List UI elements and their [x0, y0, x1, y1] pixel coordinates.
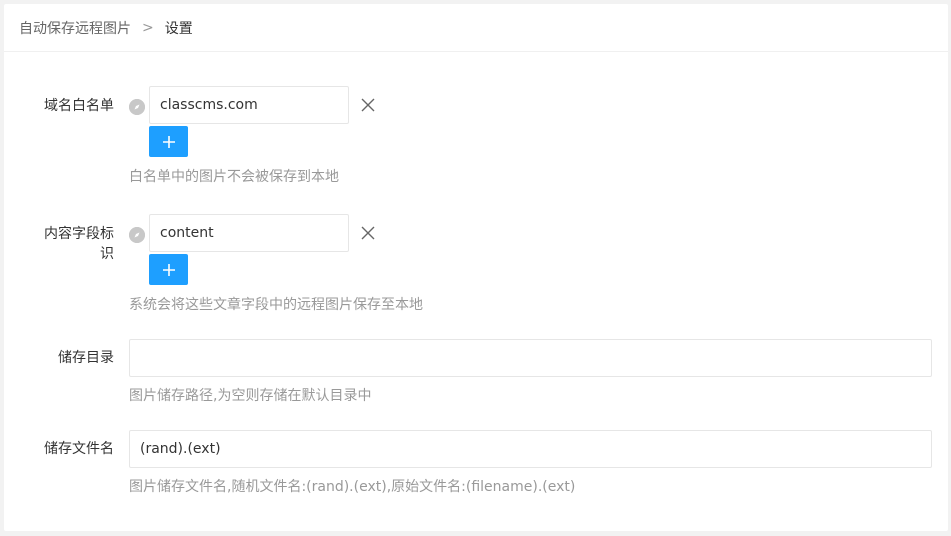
breadcrumb: 自动保存远程图片 > 设置 [4, 4, 948, 52]
plus-icon [162, 135, 175, 148]
content-field-label-line2: 识 [100, 246, 114, 262]
settings-card: 自动保存远程图片 > 设置 域名白名单 classcms.com 白名单中的图片… [4, 4, 948, 531]
close-icon [361, 226, 375, 240]
content-field-label-line1: 内容字段标 [44, 226, 114, 242]
close-icon [361, 98, 375, 112]
storage-dir-label: 储存目录 [58, 350, 114, 366]
plus-icon [162, 263, 175, 276]
content-field-label: 内容字段标 识 [4, 224, 114, 264]
whitelist-add-button[interactable] [149, 126, 188, 157]
whitelist-hint-icon[interactable] [129, 99, 145, 115]
whitelist-input[interactable]: classcms.com [149, 86, 349, 124]
compass-icon [129, 227, 145, 243]
whitelist-remove-button[interactable] [359, 96, 377, 114]
storage-filename-tip: 图片储存文件名,随机文件名:(rand).(ext),原始文件名:(filena… [129, 479, 576, 495]
storage-dir-input[interactable] [129, 339, 932, 377]
compass-icon [129, 99, 145, 115]
storage-filename-label: 储存文件名 [44, 441, 114, 457]
content-field-input[interactable]: content [149, 214, 349, 252]
content-field-tip: 系统会将这些文章字段中的远程图片保存至本地 [129, 297, 423, 313]
content-field-add-button[interactable] [149, 254, 188, 285]
content-field-remove-button[interactable] [359, 224, 377, 242]
breadcrumb-parent-link[interactable]: 自动保存远程图片 [19, 18, 131, 38]
storage-filename-input[interactable]: (rand).(ext) [129, 430, 932, 468]
whitelist-label: 域名白名单 [44, 98, 114, 114]
breadcrumb-current: 设置 [164, 20, 193, 37]
breadcrumb-separator: > [142, 19, 154, 36]
whitelist-tip: 白名单中的图片不会被保存到本地 [129, 169, 339, 185]
content-field-hint-icon[interactable] [129, 227, 145, 243]
storage-dir-tip: 图片储存路径,为空则存储在默认目录中 [129, 388, 372, 404]
